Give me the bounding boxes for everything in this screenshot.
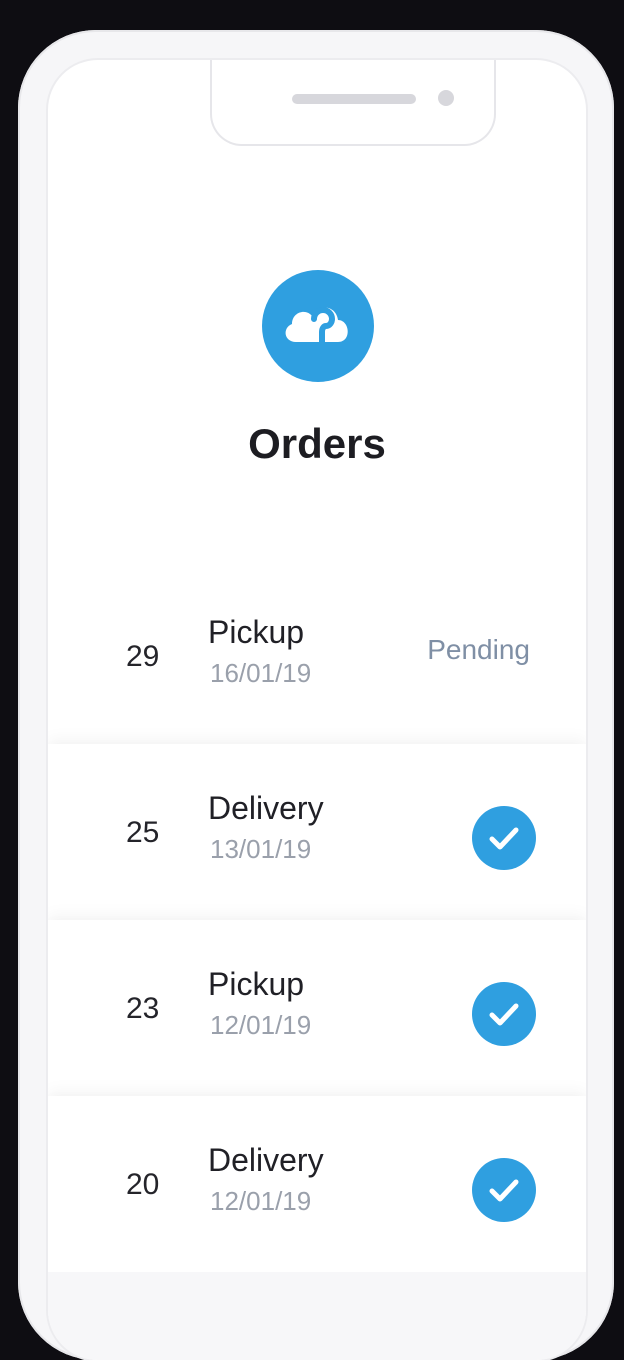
speaker-grille — [292, 94, 416, 104]
page-title: Orders — [248, 420, 386, 467]
order-type: Delivery — [208, 790, 324, 826]
order-number: 29 — [126, 640, 160, 673]
check-circle-icon — [472, 982, 536, 1046]
order-row[interactable]: 20 Delivery 12/01/19 — [48, 1096, 586, 1272]
order-status-pending: Pending — [427, 634, 530, 665]
order-type: Pickup — [208, 966, 305, 1002]
phone-frame: Orders 29 Pickup 16/01/19 Pending 25 Del… — [18, 30, 614, 1360]
order-date: 12/01/19 — [210, 1010, 312, 1040]
front-camera — [438, 90, 454, 106]
order-row[interactable]: 25 Delivery 13/01/19 — [48, 744, 586, 920]
order-number: 20 — [126, 1168, 160, 1201]
order-number: 23 — [126, 992, 160, 1025]
cloud-icon — [262, 270, 374, 382]
app-screen: Orders 29 Pickup 16/01/19 Pending 25 Del… — [48, 60, 586, 1360]
check-circle-icon — [472, 806, 536, 870]
order-type: Delivery — [208, 1142, 324, 1178]
phone-notch — [210, 60, 496, 146]
order-date: 13/01/19 — [210, 834, 312, 864]
order-row[interactable]: 29 Pickup 16/01/19 Pending — [48, 568, 586, 744]
order-date: 16/01/19 — [210, 658, 312, 688]
bottom-area — [48, 1272, 586, 1360]
order-date: 12/01/19 — [210, 1186, 312, 1216]
check-circle-icon — [472, 1158, 536, 1222]
order-row[interactable]: 23 Pickup 12/01/19 — [48, 920, 586, 1096]
order-number: 25 — [126, 816, 160, 849]
order-type: Pickup — [208, 614, 305, 650]
